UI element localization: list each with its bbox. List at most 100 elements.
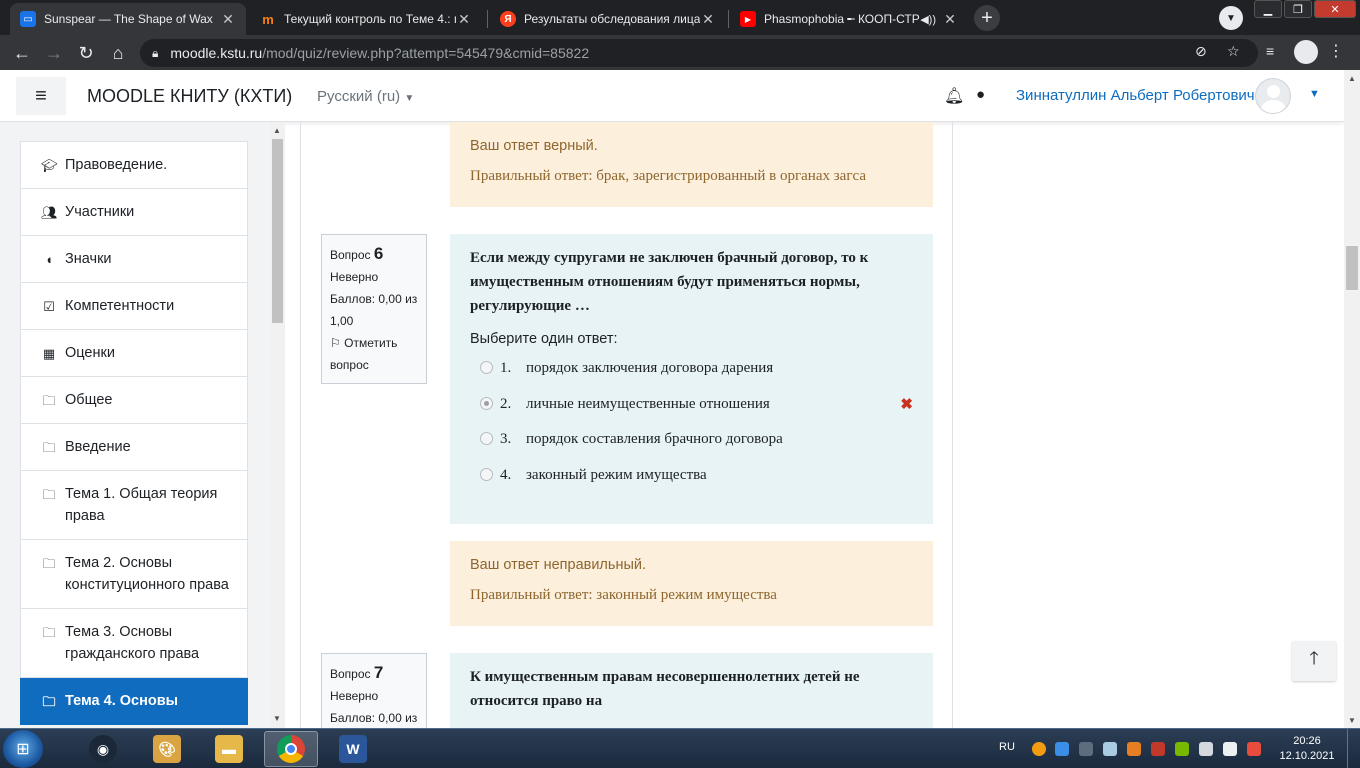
- nvidia-icon[interactable]: [1175, 742, 1189, 756]
- hamburger-icon[interactable]: ≡: [16, 77, 66, 115]
- scroll-up-arrow-icon[interactable]: ▲: [1348, 74, 1356, 83]
- flag-question-link[interactable]: ⚐ Отметить вопрос: [330, 332, 418, 376]
- comment-icon[interactable]: ●: [976, 86, 985, 103]
- system-clock[interactable]: 20:26 12.10.2021: [1276, 734, 1338, 764]
- sidebar-item-course[interactable]: 🎓︎ Правоведение.: [20, 141, 248, 189]
- tray-app-icon[interactable]: [1103, 742, 1117, 756]
- question-state: Неверно: [330, 689, 379, 703]
- taskbar-steam[interactable]: ◉: [76, 731, 130, 767]
- input-language[interactable]: RU: [999, 741, 1015, 753]
- close-icon[interactable]: ✕: [456, 11, 472, 28]
- sidebar-item-topic-2[interactable]: 🗀︎ Тема 2. Основы конституционного права: [20, 540, 248, 609]
- back-icon[interactable]: ←: [10, 41, 34, 65]
- shield-icon: ◖: [45, 252, 53, 267]
- tab-youtube[interactable]: ▶ Phasmophobia ╾ КООП-СТР ◀)) ✕: [730, 3, 968, 35]
- tray-app-icon[interactable]: [1055, 742, 1069, 756]
- answer-radio-selected[interactable]: [480, 396, 493, 410]
- sidebar-item-participants[interactable]: 👥︎ Участники: [20, 189, 248, 236]
- moodle-navbar: ≡ MOODLE КНИТУ (КХТИ) Русский ‎(ru)‎ ▼ 🔔…: [0, 70, 1344, 122]
- close-icon[interactable]: ✕: [220, 11, 236, 28]
- tab-search-icon[interactable]: ▼: [1219, 6, 1243, 30]
- start-button[interactable]: ⊞: [3, 730, 43, 768]
- sidebar-item-competencies[interactable]: ☑ Компетентности: [20, 283, 248, 330]
- tray-app-icon[interactable]: [1151, 742, 1165, 756]
- clock-time: 20:26: [1293, 735, 1321, 747]
- profile-avatar[interactable]: [1294, 40, 1318, 64]
- feedback-result: Ваш ответ неправильный.: [470, 557, 647, 573]
- reload-icon[interactable]: ↻: [74, 41, 98, 65]
- sidebar-item-label: Оценки: [65, 345, 115, 361]
- sidebar-item-topic-1[interactable]: 🗀︎ Тема 1. Общая теория права: [20, 471, 248, 540]
- answer-radio[interactable]: [480, 432, 493, 445]
- volume-icon[interactable]: [1199, 742, 1213, 756]
- page-scrollbar[interactable]: ▲ ▼: [1344, 70, 1360, 728]
- tab-moodle-quiz[interactable]: m Текущий контроль по Теме 4.: п ✕: [250, 3, 482, 35]
- address-bar[interactable]: 🔒︎ moodle.kstu.ru/mod/quiz/review.php?at…: [140, 39, 1258, 67]
- close-icon[interactable]: ✕: [700, 11, 716, 28]
- drawer-scrollbar[interactable]: ▲ ▼: [270, 122, 285, 728]
- tray-app-icon[interactable]: [1032, 742, 1046, 756]
- window-close-icon[interactable]: ✕: [1314, 0, 1356, 18]
- clock-date: 12.10.2021: [1279, 750, 1335, 762]
- scroll-down-arrow-icon[interactable]: ▼: [273, 714, 281, 723]
- sidebar-item-topic-4[interactable]: 🗀︎ Тема 4. Основы: [20, 678, 248, 725]
- question-grade: Баллов: 0,00 из 1,00: [330, 292, 418, 328]
- site-name[interactable]: MOODLE КНИТУ (КХТИ): [87, 86, 292, 107]
- tray-app-icon[interactable]: [1127, 742, 1141, 756]
- answer-radio[interactable]: [480, 467, 493, 481]
- tab-sunspear[interactable]: ▭ Sunspear — The Shape of Wax ✕: [10, 3, 246, 35]
- home-icon[interactable]: ⌂: [106, 41, 130, 65]
- sidebar-item-label: Участники: [65, 204, 135, 220]
- eye-off-icon[interactable]: ⊘: [1195, 43, 1207, 60]
- caret-down-icon[interactable]: ▼: [1309, 88, 1320, 100]
- language-menu[interactable]: Русский ‎(ru)‎ ▼: [317, 88, 414, 105]
- folder-icon: ▬: [215, 735, 243, 763]
- star-icon[interactable]: ☆: [1227, 43, 1240, 60]
- sidebar-item-topic-3[interactable]: 🗀︎ Тема 3. Основы гражданского права: [20, 609, 248, 678]
- tray-app-icon[interactable]: [1079, 742, 1093, 756]
- bell-icon[interactable]: 🔔︎: [944, 86, 964, 106]
- answer-prompt: Выберите один ответ:: [470, 331, 618, 347]
- taskbar-paint[interactable]: 🎨︎: [140, 731, 194, 767]
- close-icon[interactable]: ✕: [942, 11, 958, 28]
- answer-option-4: 4. законный режим имущества: [470, 458, 913, 494]
- sidebar-item-label: Тема 1. Общая теория права: [65, 486, 218, 524]
- sidebar-item-grades[interactable]: ▦ Оценки: [20, 330, 248, 377]
- windows-taskbar: ⊞ ◉ 🎨︎ ▬ W RU 20:26 12.10.2021: [0, 728, 1360, 768]
- minimize-icon[interactable]: ▁: [1254, 0, 1282, 18]
- flag-icon[interactable]: [1247, 742, 1261, 756]
- show-desktop-button[interactable]: [1347, 729, 1360, 768]
- sidebar-item-general[interactable]: 🗀︎ Общее: [20, 377, 248, 424]
- answer-radio[interactable]: [480, 361, 493, 374]
- taskbar-chrome[interactable]: [264, 731, 318, 767]
- tab-separator: [487, 10, 488, 28]
- scroll-up-arrow-icon[interactable]: ▲: [273, 126, 281, 135]
- answer-option-1: 1. порядок заключения договора дарения: [470, 351, 913, 387]
- moodle-icon: m: [262, 11, 274, 27]
- taskbar-word[interactable]: W: [326, 731, 380, 767]
- menu-icon[interactable]: ⋮: [1328, 41, 1344, 61]
- question-state: Неверно: [330, 270, 379, 284]
- taskbar-explorer[interactable]: ▬: [202, 731, 256, 767]
- answer-option-2: 2. личные неимущественные отношения ✖: [470, 387, 913, 423]
- network-icon[interactable]: [1223, 742, 1237, 756]
- question-7-info: Вопрос 7 Неверно Баллов: 0,00 из: [321, 653, 427, 728]
- question-number: Вопрос 6: [330, 243, 418, 266]
- speaker-icon[interactable]: ◀)): [920, 13, 936, 26]
- reading-list-icon[interactable]: ≡: [1266, 43, 1274, 59]
- tab-yandex[interactable]: Я Результаты обследования лица, ✕: [490, 3, 726, 35]
- forward-icon[interactable]: →: [42, 41, 66, 65]
- scrollbar-thumb[interactable]: [272, 139, 283, 323]
- feedback-result: Ваш ответ верный.: [470, 138, 598, 154]
- user-avatar[interactable]: [1255, 78, 1291, 114]
- restore-icon[interactable]: ❐: [1284, 0, 1312, 18]
- new-tab-button[interactable]: +: [974, 5, 1000, 31]
- scroll-down-arrow-icon[interactable]: ▼: [1348, 716, 1356, 725]
- user-name[interactable]: Зиннатуллин Альберт Робертович: [1016, 87, 1255, 104]
- lock-icon[interactable]: 🔒︎: [152, 46, 158, 61]
- sidebar-item-badges[interactable]: ◖ Значки: [20, 236, 248, 283]
- scrollbar-thumb[interactable]: [1346, 246, 1358, 290]
- question-text: К имущественным правам несовершеннолетни…: [470, 669, 860, 709]
- sidebar-item-intro[interactable]: 🗀︎ Введение: [20, 424, 248, 471]
- back-to-top-button[interactable]: 🡑: [1292, 641, 1336, 681]
